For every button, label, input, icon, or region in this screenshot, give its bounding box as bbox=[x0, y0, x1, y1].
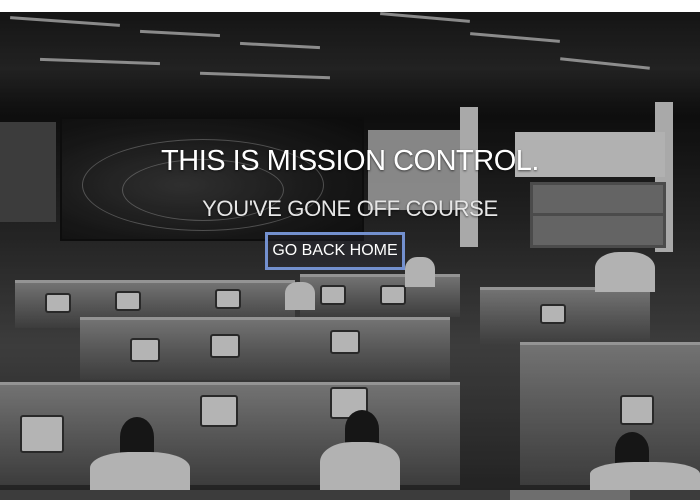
footer-bar-segment bbox=[510, 490, 630, 500]
go-back-home-button[interactable]: GO BACK HOME bbox=[265, 232, 405, 270]
page-subtitle: YOU'VE GONE OFF COURSE bbox=[202, 196, 498, 221]
footer-bar bbox=[0, 490, 700, 500]
page-title: THIS IS MISSION CONTROL. bbox=[161, 145, 539, 177]
